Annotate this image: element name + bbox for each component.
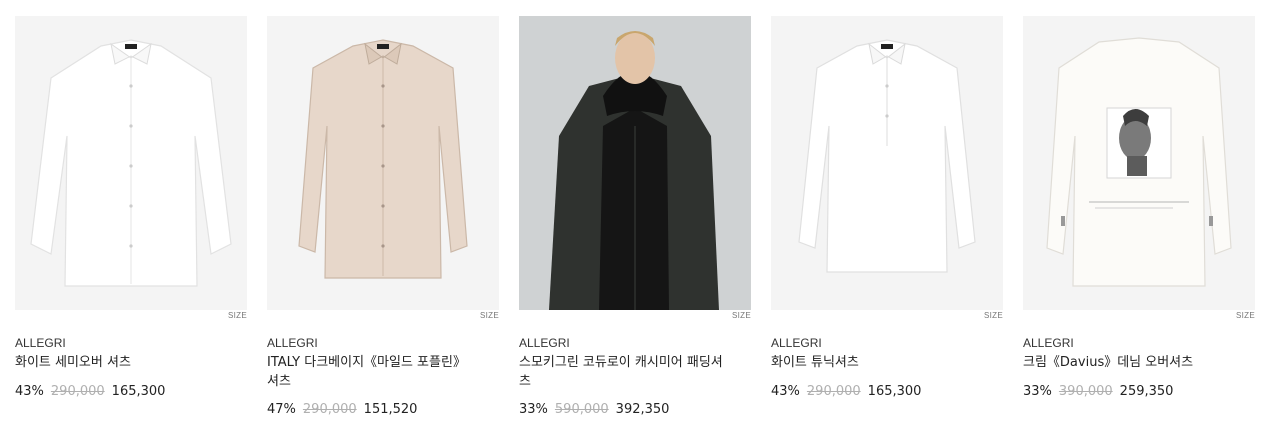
product-name[interactable]: 화이트 튜닉셔츠 xyxy=(771,353,981,372)
product-name[interactable]: ITALY 다크베이지《마일드 포플린》셔츠 xyxy=(267,353,477,391)
discount-rate: 43% xyxy=(771,384,800,399)
product-brand: ALLEGRI xyxy=(267,336,318,350)
discount-rate: 33% xyxy=(1023,384,1052,399)
original-price: 290,000 xyxy=(302,402,357,417)
size-label[interactable]: SIZE xyxy=(984,311,1003,320)
product-price: 43% 290,000 165,300 xyxy=(771,384,928,399)
size-label[interactable]: SIZE xyxy=(732,311,751,320)
white-shirt-image xyxy=(15,16,247,310)
product-image[interactable] xyxy=(771,16,1003,310)
product-price: 43% 290,000 165,300 xyxy=(15,384,172,399)
product-grid: SIZE ALLEGRI 화이트 세미오버 셔츠 43% 290,000 165,3… xyxy=(0,0,1266,447)
original-price: 290,000 xyxy=(50,384,105,399)
beige-shirt-image xyxy=(267,16,499,310)
product-image[interactable] xyxy=(267,16,499,310)
original-price: 390,000 xyxy=(1058,384,1113,399)
sale-price: 165,300 xyxy=(867,384,922,399)
product-brand: ALLEGRI xyxy=(15,336,66,350)
sale-price: 392,350 xyxy=(615,402,670,417)
product-name[interactable]: 스모키그린 코듀로이 캐시미어 패딩셔츠 xyxy=(519,353,729,391)
sale-price: 151,520 xyxy=(363,402,418,417)
product-price: 47% 290,000 151,520 xyxy=(267,402,424,417)
product-card[interactable]: SIZE ALLEGRI ITALY 다크베이지《마일드 포플린》셔츠 47% 2… xyxy=(267,16,499,417)
size-label[interactable]: SIZE xyxy=(228,311,247,320)
product-name[interactable]: 크림《Davius》데님 오버셔츠 xyxy=(1023,353,1233,372)
original-price: 590,000 xyxy=(554,402,609,417)
product-brand: ALLEGRI xyxy=(519,336,570,350)
product-brand: ALLEGRI xyxy=(771,336,822,350)
product-image[interactable] xyxy=(519,16,751,310)
sale-price: 165,300 xyxy=(111,384,166,399)
discount-rate: 47% xyxy=(267,402,296,417)
product-brand: ALLEGRI xyxy=(1023,336,1074,350)
cream-denim-overshirt-image xyxy=(1023,16,1255,310)
original-price: 290,000 xyxy=(806,384,861,399)
product-card[interactable]: SIZE ALLEGRI 화이트 세미오버 셔츠 43% 290,000 165,3… xyxy=(15,16,247,399)
product-image[interactable] xyxy=(15,16,247,310)
product-price: 33% 590,000 392,350 xyxy=(519,402,676,417)
discount-rate: 33% xyxy=(519,402,548,417)
product-name[interactable]: 화이트 세미오버 셔츠 xyxy=(15,353,225,372)
product-card[interactable]: SIZE ALLEGRI 화이트 튜닉셔츠 43% 290,000 165,300 xyxy=(771,16,1003,399)
product-card[interactable]: SIZE ALLEGRI 크림《Davius》데님 오버셔츠 33% 390,00… xyxy=(1023,16,1255,399)
discount-rate: 43% xyxy=(15,384,44,399)
size-label[interactable]: SIZE xyxy=(1236,311,1255,320)
sale-price: 259,350 xyxy=(1119,384,1174,399)
product-card[interactable]: SIZE ALLEGRI 스모키그린 코듀로이 캐시미어 패딩셔츠 33% 590… xyxy=(519,16,751,417)
product-price: 33% 390,000 259,350 xyxy=(1023,384,1180,399)
model-padded-shirt-image xyxy=(519,16,751,310)
white-tunic-shirt-image xyxy=(771,16,1003,310)
product-image[interactable] xyxy=(1023,16,1255,310)
size-label[interactable]: SIZE xyxy=(480,311,499,320)
